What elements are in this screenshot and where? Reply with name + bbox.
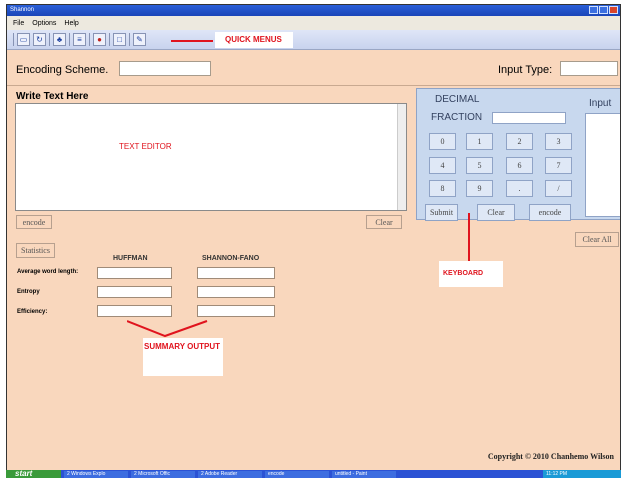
- write-text-label: Write Text Here: [16, 91, 89, 102]
- refresh-icon[interactable]: ↻: [33, 33, 46, 46]
- key-7[interactable]: 7: [545, 157, 572, 174]
- key-6[interactable]: 6: [506, 157, 533, 174]
- new-icon[interactable]: ▭: [17, 33, 30, 46]
- minimize-button[interactable]: [589, 6, 598, 14]
- taskbar: start 2 Windows Explo 2 Microsoft Offic …: [6, 470, 621, 478]
- encode-button[interactable]: encode: [16, 215, 52, 229]
- toolbar-separator: [49, 33, 50, 46]
- input-type-field[interactable]: [560, 61, 618, 76]
- start-button[interactable]: start: [6, 470, 61, 478]
- toolbar-separator: [109, 33, 110, 46]
- entropy-label: Entropy: [17, 289, 40, 295]
- toolbar-separator: [89, 33, 90, 46]
- quick-menus-annotation: QUICK MENUS: [215, 32, 293, 48]
- system-tray-clock: 11:12 PM: [543, 470, 621, 478]
- title-bar: Shannon: [7, 5, 620, 16]
- shannon-efficiency-field[interactable]: [197, 305, 275, 317]
- keypad-submit-button[interactable]: Submit: [425, 204, 458, 221]
- encoding-bar: Encoding Scheme. Input Type:: [7, 52, 620, 86]
- huffman-entropy-field[interactable]: [97, 286, 172, 298]
- taskbar-item[interactable]: encode: [265, 470, 329, 478]
- keypad-input-label: Input: [589, 98, 612, 109]
- statistics-button[interactable]: Statistics: [16, 243, 55, 258]
- key-3[interactable]: 3: [545, 133, 572, 150]
- fraction-input[interactable]: [492, 112, 566, 124]
- menu-help[interactable]: Help: [64, 20, 78, 27]
- toolbar-separator: [129, 33, 130, 46]
- clear-all-button[interactable]: Clear All: [575, 232, 619, 247]
- shannon-entropy-field[interactable]: [197, 286, 275, 298]
- huffman-efficiency-field[interactable]: [97, 305, 172, 317]
- key-1[interactable]: 1: [466, 133, 493, 150]
- menu-file[interactable]: File: [13, 20, 24, 27]
- keypad-clear-button[interactable]: Clear: [477, 204, 515, 221]
- window-title: Shannon: [10, 7, 35, 13]
- key-4[interactable]: 4: [429, 157, 456, 174]
- edit-icon[interactable]: ✎: [133, 33, 146, 46]
- key-5[interactable]: 5: [466, 157, 493, 174]
- key-8[interactable]: 8: [429, 180, 456, 197]
- taskbar-item[interactable]: untitled - Paint: [332, 470, 396, 478]
- text-editor[interactable]: [15, 103, 407, 211]
- shannon-avg-word-length-field[interactable]: [197, 267, 275, 279]
- taskbar-item[interactable]: 2 Windows Explo: [64, 470, 128, 478]
- page-icon[interactable]: □: [113, 33, 126, 46]
- keypad-encode-button[interactable]: encode: [529, 204, 571, 221]
- keyboard-annotation: KEYBOARD: [439, 261, 503, 287]
- maximize-button[interactable]: [599, 6, 608, 14]
- toolbar-separator: [13, 33, 14, 46]
- shannon-fano-column-header: SHANNON-FANO: [202, 255, 260, 262]
- taskbar-item[interactable]: 2 Adobe Reader: [198, 470, 262, 478]
- keypad-decimal-label: DECIMAL: [435, 94, 480, 105]
- avg-word-length-label: Average word length:: [17, 269, 79, 275]
- key-9[interactable]: 9: [466, 180, 493, 197]
- editor-scrollbar[interactable]: [397, 104, 406, 210]
- encoding-scheme-label: Encoding Scheme.: [16, 64, 109, 76]
- summary-output-annotation: SUMMARY OUTPUT: [143, 338, 223, 376]
- key-2[interactable]: 2: [506, 133, 533, 150]
- window-controls: [589, 6, 618, 14]
- huffman-avg-word-length-field[interactable]: [97, 267, 172, 279]
- taskbar-item[interactable]: 2 Microsoft Offic: [131, 470, 195, 478]
- huffman-column-header: HUFFMAN: [113, 255, 148, 262]
- keypad-panel: DECIMAL FRACTION Input 0 1 2 3 4 5 6 7 8…: [416, 88, 620, 221]
- key-0[interactable]: 0: [429, 133, 456, 150]
- toolbar-separator: [69, 33, 70, 46]
- key-dot[interactable]: .: [506, 180, 533, 197]
- close-button[interactable]: [609, 6, 618, 14]
- key-slash[interactable]: /: [545, 180, 572, 197]
- input-type-label: Input Type:: [498, 64, 553, 76]
- copyright-text: Copyright © 2010 Chanhemo Wilson: [487, 452, 614, 461]
- keyboard-arrow: [468, 213, 470, 268]
- app-window: Shannon File Options Help ▭ ↻ ♣ ≡ ● □ ✎ …: [6, 4, 621, 474]
- clear-button[interactable]: Clear: [366, 215, 402, 229]
- keypad-fraction-label: FRACTION: [431, 112, 483, 123]
- text-editor-annotation: TEXT EDITOR: [119, 142, 172, 151]
- stop-icon[interactable]: ●: [93, 33, 106, 46]
- stack-icon[interactable]: ≡: [73, 33, 86, 46]
- menu-options[interactable]: Options: [32, 20, 56, 27]
- tree-icon[interactable]: ♣: [53, 33, 66, 46]
- efficiency-label: Efficiency:: [17, 309, 48, 315]
- quick-menu-toolbar: ▭ ↻ ♣ ≡ ● □ ✎: [7, 30, 620, 50]
- keypad-input-box[interactable]: [585, 113, 620, 217]
- menu-bar: File Options Help: [7, 16, 620, 30]
- quick-menus-arrow: [171, 40, 213, 42]
- summary-output-arrows: [127, 320, 208, 338]
- encoding-scheme-field[interactable]: [119, 61, 211, 76]
